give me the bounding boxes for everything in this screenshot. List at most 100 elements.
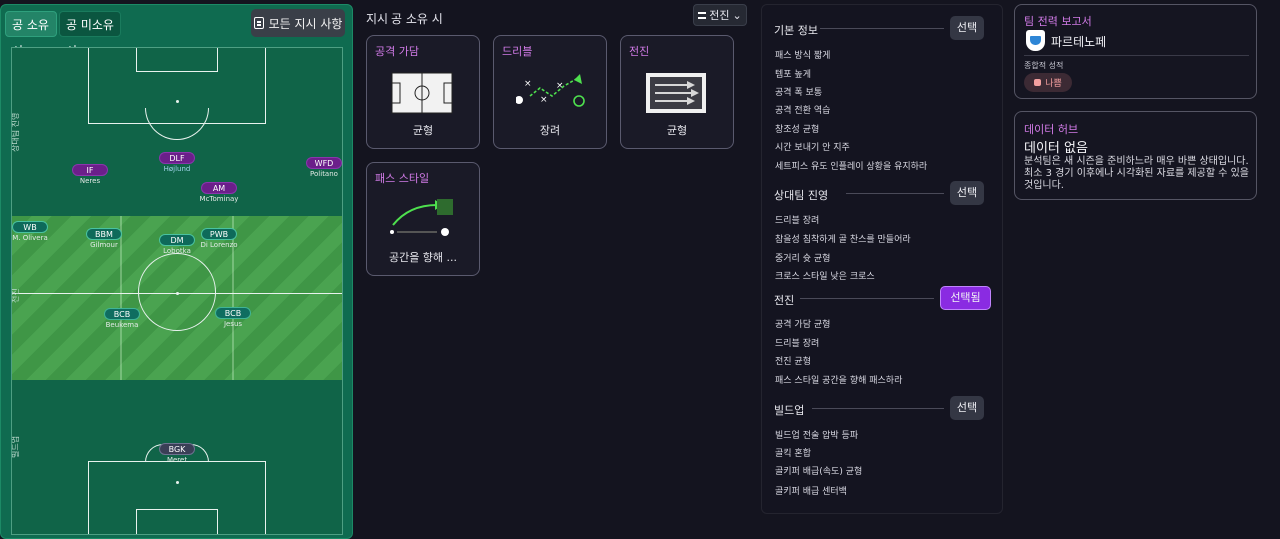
player-name: McTominay [199,195,239,203]
chevron-down-icon: ⌄ [732,8,742,22]
card-title: 드리블 [502,45,533,58]
instruction-item: 세트피스 유도 인플레이 상황을 유지하라 [775,162,928,172]
data-hub-title: 데이터 허브 [1024,123,1079,136]
instruction-item: 템포 높게 [775,70,811,80]
card-title: 전진 [629,45,650,58]
player-token[interactable]: BCB Beukema [82,307,162,329]
progression-icon [646,73,706,113]
instruction-item: 공격 전환 역습 [775,106,831,116]
player-token[interactable]: PWB Di Lorenzo [179,227,259,249]
player-token[interactable]: AM McTominay [179,181,259,203]
tactics-pitch-panel: 공 소유 시 공 미소유 시 모든 지시 사항 상대팀 진영 전진 빌드업 IF… [0,4,353,539]
all-instructions-button[interactable]: 모든 지시 사항 [251,9,345,37]
data-hub-message: 분석팀은 새 시즌을 준비하느라 매우 바쁜 상태입니다. 최소 3 경기 이후… [1024,156,1249,191]
svg-text:×: × [540,95,548,105]
clipboard-icon [253,17,264,29]
tab-out-of-possession[interactable]: 공 미소유 시 [59,11,121,58]
team-crest-icon [1026,30,1045,51]
section-divider [846,193,944,194]
player-token[interactable]: DLF Højlund [137,151,217,173]
team-report-panel[interactable]: 팀 전력 보고서 파르테노페 종합적 성적 나쁨 [1014,4,1257,99]
card-title: 패스 스타일 [375,172,430,185]
instructions-header-phase: 공 소유 시 [391,12,443,26]
player-name: Beukema [105,321,139,329]
section-divider [820,28,944,29]
player-name: Jesus [223,320,243,328]
player-role-badge: DLF [159,152,195,164]
rating-badge: 나쁨 [1024,73,1072,92]
player-role-badge: AM [201,182,237,194]
zone-label-opposition-half: 상대팀 진영 [11,112,20,152]
instruction-item: 패스 스타일 공간을 향해 패스하라 [775,376,903,386]
bottom-goal-box [136,509,218,534]
player-role-badge: BCB [104,308,140,320]
player-token[interactable]: BBM Gilmour [64,227,144,249]
player-role-badge: BBM [86,228,122,240]
data-hub-panel[interactable]: 데이터 허브 데이터 없음 분석팀은 새 시즌을 준비하느라 매우 바쁜 상태입… [1014,111,1257,200]
section-title-opposition-half: 상대팀 진영 [774,189,829,202]
card-title: 공격 가담 [375,45,419,58]
select-button-opposition-half[interactable]: 선택 [950,181,984,205]
report-divider [1024,55,1249,56]
top-goal-box [136,48,218,72]
instructions-header-label: 지시 [366,12,389,26]
player-role-badge: WFD [306,157,342,169]
card-passing-style[interactable]: 패스 스타일 공간을 향해 ... [366,162,480,276]
overall-rating-label: 종합적 성적 [1024,61,1064,70]
player-token[interactable]: WFD Politano [284,156,342,178]
instruction-item: 전진 균형 [775,357,811,367]
card-value: 공간을 향해 ... [388,251,458,264]
card-value: 균형 [412,124,434,137]
player-role-badge: WB [12,221,48,233]
svg-text:×: × [524,79,532,89]
pitch-field: 상대팀 진영 전진 빌드업 IF Neres DLF Højlund AM McTom… [11,47,343,535]
player-token[interactable]: BCB Jesus [193,306,273,328]
thumbs-down-icon [1034,79,1042,86]
card-progression[interactable]: 전진 균형 [620,35,734,149]
pitch-icon [391,72,453,114]
player-name: M. Olivera [12,234,48,242]
instruction-item: 참을성 침착하게 골 찬스를 만들어라 [775,235,911,245]
team-name: 파르테노페 [1051,35,1107,49]
player-token[interactable]: IF Neres [50,163,130,185]
instruction-item: 시간 보내기 안 지주 [775,143,850,153]
instruction-item: 공격 가담 균형 [775,320,831,330]
instruction-item: 빌드업 전술 압박 등파 [775,431,859,441]
player-role-badge: BCB [215,307,251,319]
section-title-basics: 기본 정보 [774,24,818,37]
instruction-item: 중거리 슛 균형 [775,254,831,264]
instruction-item: 드리블 장려 [775,216,820,226]
center-spot [176,292,179,295]
phase-dropdown[interactable]: 전진 ⌄ [693,4,747,26]
player-role-badge: PWB [201,228,237,240]
instruction-item: 골키퍼 배급(속도) 균형 [775,467,863,477]
card-dribbling[interactable]: 드리블 × × × 장려 [493,35,607,149]
instruction-item: 골키퍼 배급 센터백 [775,487,847,497]
player-name: Gilmour [90,241,118,249]
section-divider [800,298,934,299]
player-name: Højlund [163,165,191,173]
instruction-item: 크로스 스타일 낮은 크로스 [775,272,875,282]
player-name: Meret [166,456,188,464]
card-value: 장려 [539,124,561,137]
card-attacking-support[interactable]: 공격 가담 균형 [366,35,480,149]
player-token[interactable]: WB M. Olivera [12,220,70,242]
pass-into-space-icon [390,199,453,236]
all-instructions-label: 모든 지시 사항 [268,16,343,31]
instruction-item: 공격 폭 보통 [775,88,823,98]
select-button-basics[interactable]: 선택 [950,16,984,40]
player-role-badge: IF [72,164,108,176]
bottom-penalty-spot [176,481,179,484]
player-token[interactable]: BGK Meret [137,442,217,464]
phase-dropdown-value: 전진 [709,9,730,22]
player-name: Di Lorenzo [200,241,238,249]
top-penalty-spot [176,100,179,103]
menu-icon [698,11,707,19]
zone-label-build-up: 빌드업 [11,435,20,458]
tab-in-possession[interactable]: 공 소유 시 [5,11,57,58]
player-role-badge: BGK [159,443,195,455]
instruction-item: 드리블 장려 [775,339,820,349]
player-name: Neres [79,177,101,185]
selected-button-progression[interactable]: 선택됨 [940,286,991,310]
select-button-build-up[interactable]: 선택 [950,396,984,420]
